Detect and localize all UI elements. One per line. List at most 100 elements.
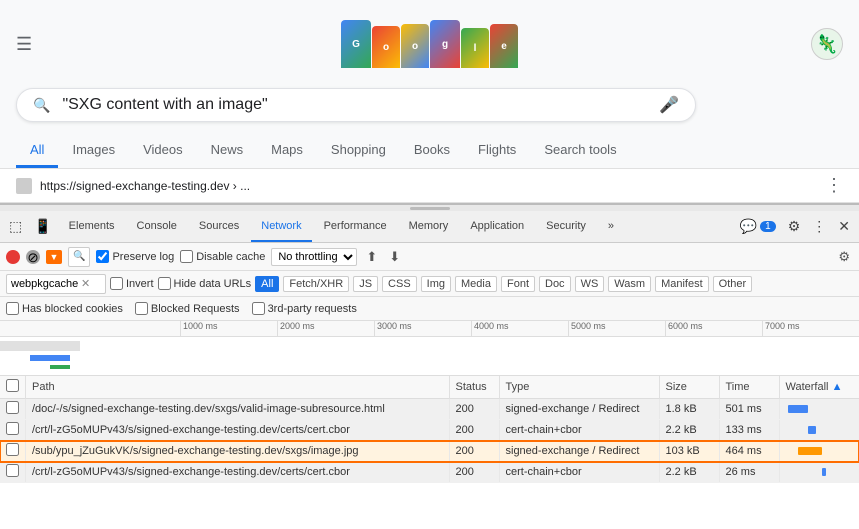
tab-all[interactable]: All — [16, 134, 58, 168]
timeline-ruler: 1000 ms 2000 ms 3000 ms 4000 ms 5000 ms … — [0, 321, 859, 337]
col-status[interactable]: Status — [449, 376, 499, 399]
filter-ws[interactable]: WS — [575, 276, 605, 292]
mic-icon[interactable]: 🎤 — [659, 95, 679, 115]
invert-checkbox[interactable]: Invert — [110, 277, 154, 290]
tab-application[interactable]: Application — [460, 211, 534, 242]
search-box[interactable]: 🔍 "SXG content with an image" 🎤 — [16, 88, 696, 122]
filter-doc[interactable]: Doc — [539, 276, 571, 292]
filter-img[interactable]: Img — [421, 276, 451, 292]
tab-sources[interactable]: Sources — [189, 211, 249, 242]
blocked-requests-checkbox[interactable]: Blocked Requests — [135, 302, 240, 315]
network-search-box[interactable]: 🔍 — [68, 247, 90, 267]
col-time[interactable]: Time — [719, 376, 779, 399]
tab-security[interactable]: Security — [536, 211, 596, 242]
filter-media[interactable]: Media — [455, 276, 497, 292]
import-icon[interactable]: ⬆ — [363, 248, 380, 266]
google-doodle: G o o g l e — [341, 16, 518, 72]
row-checkbox[interactable] — [6, 443, 19, 456]
cell-waterfall — [779, 441, 859, 462]
record-button[interactable] — [6, 250, 20, 264]
network-table-container[interactable]: Path Status Type Size Time Waterfall ▲ /… — [0, 376, 859, 483]
tab-more[interactable]: » — [598, 211, 624, 242]
result-more-icon[interactable]: ⋮ — [825, 175, 843, 196]
ruler-mark-3000: 3000 ms — [374, 321, 471, 336]
table-row[interactable]: /doc/-/s/signed-exchange-testing.dev/sxg… — [0, 399, 859, 420]
cell-time: 501 ms — [719, 399, 779, 420]
filter-fetch-xhr[interactable]: Fetch/XHR — [283, 276, 349, 292]
settings-icon[interactable]: ⚙ — [783, 215, 806, 238]
tab-videos[interactable]: Videos — [129, 134, 197, 168]
filter-clear-icon[interactable]: ✕ — [81, 277, 90, 290]
cell-size: 1.8 kB — [659, 399, 719, 420]
search-query-text: "SXG content with an image" — [62, 96, 659, 114]
table-row[interactable]: /sub/ypu_jZuGukVK/s/signed-exchange-test… — [0, 441, 859, 462]
col-type[interactable]: Type — [499, 376, 659, 399]
network-settings-icon[interactable]: ⚙ — [835, 248, 853, 266]
filter-css[interactable]: CSS — [382, 276, 417, 292]
table-header-row: Path Status Type Size Time Waterfall ▲ — [0, 376, 859, 399]
feedback-badge: 1 — [760, 221, 776, 232]
row-checkbox[interactable] — [6, 422, 19, 435]
tab-images[interactable]: Images — [58, 134, 129, 168]
filter-wasm[interactable]: Wasm — [608, 276, 651, 292]
table-row[interactable]: /crt/l-zG5oMUPv43/s/signed-exchange-test… — [0, 420, 859, 441]
row-checkbox[interactable] — [6, 401, 19, 414]
tab-memory[interactable]: Memory — [399, 211, 459, 242]
tab-console[interactable]: Console — [127, 211, 187, 242]
ruler-mark-6000: 6000 ms — [665, 321, 762, 336]
filter-input[interactable] — [11, 278, 81, 290]
devtools-panel: ⬚ 📱 Elements Console Sources Network Per… — [0, 203, 859, 483]
tab-flights[interactable]: Flights — [464, 134, 530, 168]
cell-status: 200 — [449, 420, 499, 441]
table-row[interactable]: /crt/l-zG5oMUPv43/s/signed-exchange-test… — [0, 462, 859, 483]
disable-cache-checkbox[interactable]: Disable cache — [180, 250, 265, 263]
tab-news[interactable]: News — [197, 134, 258, 168]
filter-font[interactable]: Font — [501, 276, 535, 292]
filter-js[interactable]: JS — [353, 276, 378, 292]
cell-size: 2.2 kB — [659, 462, 719, 483]
tab-search-tools[interactable]: Search tools — [530, 134, 630, 168]
select-all-checkbox[interactable] — [6, 379, 19, 392]
filter-all[interactable]: All — [255, 276, 279, 292]
filter-input-wrap[interactable]: ✕ — [6, 274, 106, 294]
feedback-icon[interactable]: 💬1 — [735, 215, 781, 238]
tab-network[interactable]: Network — [251, 211, 311, 242]
tab-elements[interactable]: Elements — [59, 211, 125, 242]
col-size[interactable]: Size — [659, 376, 719, 399]
network-table: Path Status Type Size Time Waterfall ▲ /… — [0, 376, 859, 483]
row-checkbox[interactable] — [6, 464, 19, 477]
filter-manifest[interactable]: Manifest — [655, 276, 709, 292]
tab-books[interactable]: Books — [400, 134, 464, 168]
preserve-log-checkbox[interactable]: Preserve log — [96, 250, 174, 263]
cell-type: signed-exchange / Redirect — [499, 441, 659, 462]
avatar[interactable]: 🦎 — [811, 28, 843, 60]
export-icon[interactable]: ⬇ — [386, 248, 403, 266]
ruler-mark-5000: 5000 ms — [568, 321, 665, 336]
ruler-mark-1000: 1000 ms — [180, 321, 277, 336]
cell-path: /crt/l-zG5oMUPv43/s/signed-exchange-test… — [26, 462, 450, 483]
network-toolbar: ⊘ ▼ 🔍 Preserve log Disable cache No thro… — [0, 243, 859, 271]
cell-type: cert-chain+cbor — [499, 420, 659, 441]
close-devtools-icon[interactable]: ✕ — [833, 215, 855, 238]
cell-path: /doc/-/s/signed-exchange-testing.dev/sxg… — [26, 399, 450, 420]
device-toolbar-icon[interactable]: 📱 — [29, 215, 56, 238]
tab-shopping[interactable]: Shopping — [317, 134, 400, 168]
tab-performance[interactable]: Performance — [314, 211, 397, 242]
filter-toggle-button[interactable]: ▼ — [46, 250, 62, 264]
filter-other[interactable]: Other — [713, 276, 753, 292]
col-path[interactable]: Path — [26, 376, 450, 399]
ruler-mark-2000: 2000 ms — [277, 321, 374, 336]
third-party-requests-checkbox[interactable]: 3rd-party requests — [252, 302, 357, 315]
tab-maps[interactable]: Maps — [257, 134, 317, 168]
throttle-select[interactable]: No throttling — [271, 248, 357, 266]
hide-data-urls-checkbox[interactable]: Hide data URLs — [158, 277, 252, 290]
col-waterfall[interactable]: Waterfall ▲ — [779, 376, 859, 399]
has-blocked-cookies-checkbox[interactable]: Has blocked cookies — [6, 302, 123, 315]
clear-button[interactable]: ⊘ — [26, 250, 40, 264]
element-picker-icon[interactable]: ⬚ — [4, 215, 27, 238]
hamburger-icon[interactable]: ☰ — [16, 34, 32, 55]
more-options-icon[interactable]: ⋮ — [807, 215, 831, 238]
header-top: ☰ G o o g l e 🦎 — [16, 8, 843, 80]
cell-waterfall — [779, 399, 859, 420]
cell-type: cert-chain+cbor — [499, 462, 659, 483]
